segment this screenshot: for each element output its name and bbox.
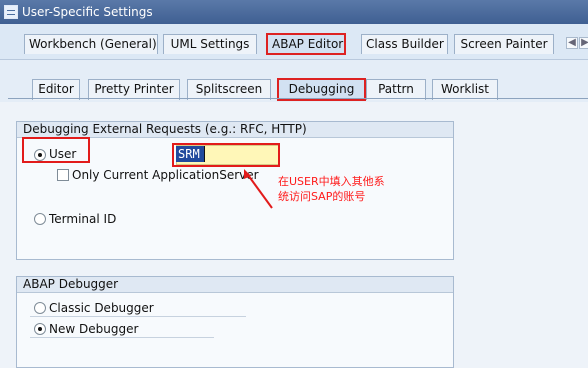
annotation-text: 在USER中填入其他系统访问SAP的账号: [278, 175, 385, 203]
tab-pattrn[interactable]: Pattrn: [366, 79, 426, 100]
tab-worklist[interactable]: Worklist: [432, 79, 498, 100]
terminal-id-label: Terminal ID: [49, 212, 117, 226]
sub-tab-strip: Editor Pretty Printer Splitscreen Debugg…: [0, 60, 588, 102]
tab-workbench-general[interactable]: Workbench (General): [24, 34, 158, 54]
tab-editor[interactable]: Editor: [32, 79, 80, 100]
tab-pretty-printer[interactable]: Pretty Printer: [88, 79, 180, 100]
window-title-bar: User-Specific Settings: [0, 0, 588, 24]
top-tab-row: Workbench (General) UML Settings ABAP Ed…: [0, 24, 588, 59]
group-title-external-requests: Debugging External Requests (e.g.: RFC, …: [17, 122, 453, 138]
only-current-checkbox[interactable]: [57, 169, 69, 181]
text-caret: [204, 146, 205, 162]
terminal-id-radio[interactable]: [34, 213, 46, 225]
scroll-right-icon[interactable]: ▶: [579, 37, 588, 49]
tab-splitscreen[interactable]: Splitscreen: [187, 79, 271, 100]
top-tab-strip: Workbench (General) UML Settings ABAP Ed…: [0, 24, 588, 60]
user-radio[interactable]: [34, 149, 46, 161]
settings-window-icon: [4, 5, 18, 19]
user-field-selected-text: SRM: [178, 147, 200, 161]
new-debugger-separator: [30, 337, 214, 338]
classic-debugger-radio[interactable]: [34, 302, 46, 314]
annotation-arrow-icon: [244, 169, 273, 209]
new-debugger-label: New Debugger: [49, 322, 139, 336]
scroll-left-icon[interactable]: ◀: [566, 37, 578, 49]
classic-debugger-separator: [30, 316, 246, 317]
tab-abap-editor[interactable]: ABAP Editor: [266, 33, 346, 55]
window-title: User-Specific Settings: [22, 5, 153, 19]
only-current-label: Only Current ApplicationServer: [72, 168, 259, 182]
new-debugger-radio[interactable]: [34, 323, 46, 335]
classic-debugger-label: Classic Debugger: [49, 301, 154, 315]
group-title-abap-debugger: ABAP Debugger: [17, 277, 453, 293]
tab-class-builder[interactable]: Class Builder: [361, 34, 448, 54]
sub-tab-baseline: [8, 98, 588, 99]
user-label: User: [49, 147, 77, 161]
tab-uml-settings[interactable]: UML Settings: [163, 34, 257, 54]
tab-debugging[interactable]: Debugging: [277, 78, 366, 101]
tab-screen-painter[interactable]: Screen Painter: [454, 34, 554, 54]
